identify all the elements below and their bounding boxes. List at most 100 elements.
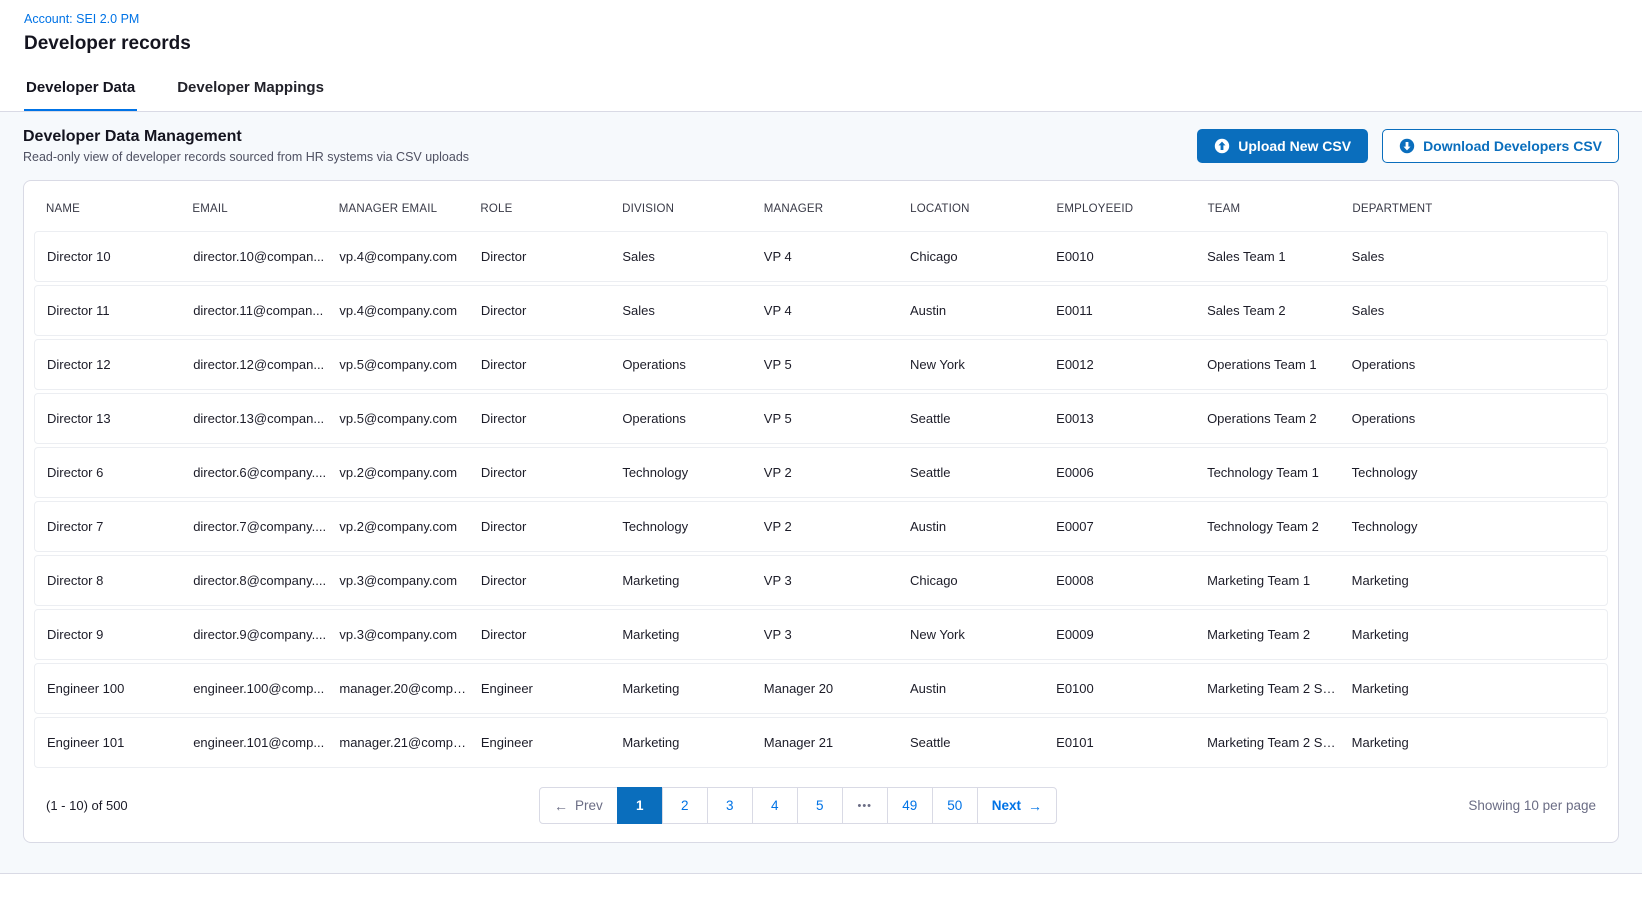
table-cell: Director: [469, 465, 610, 480]
table-cell: Sales: [610, 249, 751, 264]
table-cell: Marketing: [1340, 681, 1607, 696]
table-cell: Director 10: [35, 249, 181, 264]
column-header-employeeid: EMPLOYEEID: [1044, 203, 1195, 215]
tab-developer-mappings[interactable]: Developer Mappings: [175, 69, 326, 111]
page-header: Account: SEI 2.0 PM Developer records: [0, 0, 1642, 69]
download-icon: [1399, 138, 1415, 154]
next-page-button[interactable]: Next →: [977, 787, 1057, 824]
developer-data-section: Developer Data Management Read-only view…: [0, 112, 1642, 874]
table-cell: vp.3@company.com: [327, 627, 468, 642]
page-button-1[interactable]: 1: [617, 787, 663, 824]
table-cell: Operations: [610, 411, 751, 426]
table-cell: Director 9: [35, 627, 181, 642]
table-cell: Marketing Team 1: [1195, 573, 1340, 588]
table-cell: VP 4: [752, 303, 898, 318]
page-button-4[interactable]: 4: [752, 787, 798, 824]
next-page-label: Next: [992, 798, 1021, 813]
table-cell: director.11@compan...: [181, 303, 327, 318]
table-cell: E0010: [1044, 249, 1195, 264]
table-cell: VP 5: [752, 357, 898, 372]
table-cell: Technology: [1340, 519, 1607, 534]
column-header-location: LOCATION: [898, 203, 1044, 215]
table-cell: Seattle: [898, 735, 1044, 750]
table-cell: Director: [469, 357, 610, 372]
table-cell: Seattle: [898, 411, 1044, 426]
table-cell: vp.5@company.com: [327, 411, 468, 426]
table-cell: Sales Team 2: [1195, 303, 1340, 318]
table-cell: VP 3: [752, 573, 898, 588]
table-cell: Seattle: [898, 465, 1044, 480]
table-row: Director 8director.8@company....vp.3@com…: [34, 555, 1608, 606]
table-cell: VP 4: [752, 249, 898, 264]
download-csv-button[interactable]: Download Developers CSV: [1382, 129, 1619, 163]
column-header-department: DEPARTMENT: [1340, 203, 1608, 215]
table-row: Director 10director.10@compan...vp.4@com…: [34, 231, 1608, 282]
developer-table-card: NAMEEMAILMANAGER EMAILROLEDIVISIONMANAGE…: [23, 180, 1619, 843]
upload-button-label: Upload New CSV: [1238, 138, 1351, 154]
column-header-manager-email: MANAGER EMAIL: [327, 203, 469, 215]
table-body: Director 10director.10@compan...vp.4@com…: [34, 231, 1608, 768]
table-cell: Austin: [898, 681, 1044, 696]
table-cell: director.9@company....: [181, 627, 327, 642]
table-cell: New York: [898, 357, 1044, 372]
table-cell: Sales: [1340, 249, 1607, 264]
table-cell: Director 7: [35, 519, 181, 534]
column-header-role: ROLE: [468, 203, 610, 215]
table-cell: Austin: [898, 303, 1044, 318]
table-cell: director.7@company....: [181, 519, 327, 534]
table-cell: Director 13: [35, 411, 181, 426]
table-cell: Chicago: [898, 249, 1044, 264]
table-header-row: NAMEEMAILMANAGER EMAILROLEDIVISIONMANAGE…: [34, 187, 1608, 231]
table-cell: vp.5@company.com: [327, 357, 468, 372]
section-title: Developer Data Management: [23, 128, 469, 146]
table-cell: Director: [469, 627, 610, 642]
account-breadcrumb[interactable]: Account: SEI 2.0 PM: [24, 12, 139, 26]
table-cell: Technology: [610, 519, 751, 534]
table-cell: Manager 20: [752, 681, 898, 696]
table-cell: Marketing: [1340, 735, 1607, 750]
table-cell: Technology: [610, 465, 751, 480]
table-row: Director 13director.13@compan...vp.5@com…: [34, 393, 1608, 444]
table-cell: Engineer: [469, 735, 610, 750]
table-cell: Austin: [898, 519, 1044, 534]
table-row: Director 9director.9@company....vp.3@com…: [34, 609, 1608, 660]
table-cell: Sales Team 1: [1195, 249, 1340, 264]
table-cell: vp.3@company.com: [327, 573, 468, 588]
table-cell: Director: [469, 519, 610, 534]
arrow-left-icon: ←: [554, 799, 568, 813]
table-cell: Marketing Team 2 Su...: [1195, 681, 1340, 696]
page-button-3[interactable]: 3: [707, 787, 753, 824]
column-header-team: TEAM: [1196, 203, 1341, 215]
table-cell: engineer.101@comp...: [181, 735, 327, 750]
arrow-right-icon: →: [1028, 799, 1042, 813]
table-cell: E0009: [1044, 627, 1195, 642]
page-button-49[interactable]: 49: [887, 787, 933, 824]
table-cell: E0007: [1044, 519, 1195, 534]
upload-csv-button[interactable]: Upload New CSV: [1197, 129, 1368, 163]
table-cell: Director 6: [35, 465, 181, 480]
table-cell: VP 3: [752, 627, 898, 642]
table-cell: E0006: [1044, 465, 1195, 480]
table-cell: director.10@compan...: [181, 249, 327, 264]
page-button-2[interactable]: 2: [662, 787, 708, 824]
page-title: Developer records: [24, 33, 1618, 69]
table-cell: Manager 21: [752, 735, 898, 750]
pagination-bar: (1 - 10) of 500 ← Prev 12345•••4950 Next…: [34, 771, 1608, 842]
table-cell: Director 12: [35, 357, 181, 372]
table-cell: Operations Team 1: [1195, 357, 1340, 372]
table-cell: Operations Team 2: [1195, 411, 1340, 426]
page-button-50[interactable]: 50: [932, 787, 978, 824]
table-cell: Chicago: [898, 573, 1044, 588]
table-cell: E0008: [1044, 573, 1195, 588]
table-cell: Director: [469, 573, 610, 588]
table-cell: Marketing: [1340, 627, 1607, 642]
tab-bar: Developer Data Developer Mappings: [0, 69, 1642, 112]
prev-page-button[interactable]: ← Prev: [539, 787, 618, 824]
table-cell: Marketing: [1340, 573, 1607, 588]
page-button-5[interactable]: 5: [797, 787, 843, 824]
table-cell: Director: [469, 411, 610, 426]
table-cell: director.8@company....: [181, 573, 327, 588]
tab-developer-data[interactable]: Developer Data: [24, 69, 137, 111]
table-cell: Marketing: [610, 627, 751, 642]
table-row: Director 12director.12@compan...vp.5@com…: [34, 339, 1608, 390]
